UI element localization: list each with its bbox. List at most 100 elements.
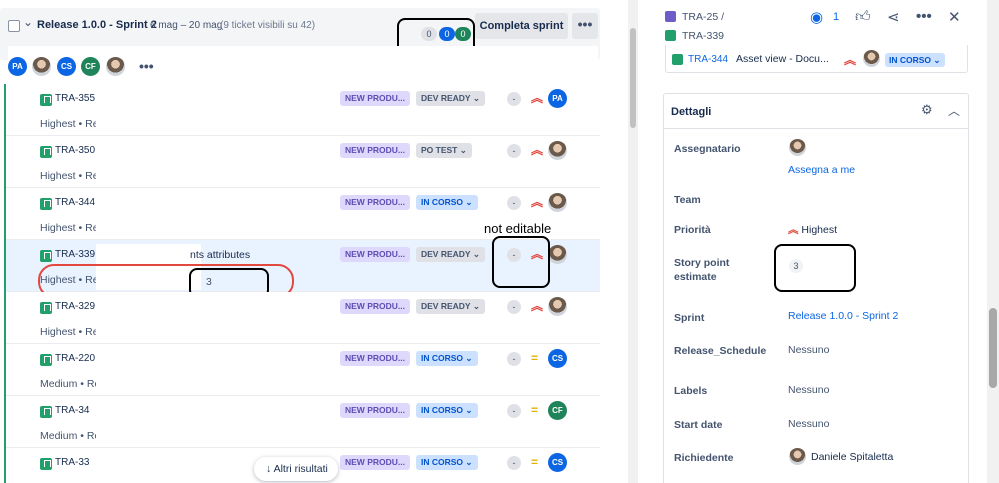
- breadcrumb-parent[interactable]: TRA-25 /: [665, 11, 724, 23]
- epic-badge[interactable]: NEW PRODU...: [340, 455, 410, 470]
- issue-key[interactable]: TRA-355: [55, 93, 95, 104]
- chevron-down-icon: ⌄: [933, 55, 941, 65]
- issue-meta: Highest • Re: [40, 222, 99, 234]
- epic-badge[interactable]: NEW PRODU...: [340, 299, 410, 314]
- status-dropdown[interactable]: IN CORSO ⌄: [416, 351, 478, 366]
- more-results-button[interactable]: ↓ Altri risultati: [254, 457, 338, 481]
- epic-badge[interactable]: NEW PRODU...: [340, 143, 410, 158]
- issue-key[interactable]: TRA-339: [682, 30, 724, 42]
- sprint-title[interactable]: Release 1.0.0 - Sprint 2: [37, 19, 157, 31]
- issue-row[interactable]: TRA-355 Highest • Re NEW PRODU... DEV RE…: [4, 84, 600, 136]
- status-dropdown[interactable]: IN CORSO ⌄: [416, 455, 478, 470]
- parent-key[interactable]: TRA-25: [682, 11, 718, 23]
- row-accent: [4, 240, 6, 292]
- avatar-pa[interactable]: PA: [8, 57, 27, 76]
- avatar-photo-2[interactable]: [106, 57, 125, 76]
- issue-key[interactable]: TRA-329: [55, 301, 95, 312]
- breadcrumb-separator: /: [721, 11, 725, 23]
- chevron-down-icon[interactable]: ⌄: [23, 15, 33, 29]
- assignee-avatar[interactable]: [548, 193, 567, 212]
- story-icon: [665, 30, 676, 41]
- status-label: IN CORSO: [889, 55, 932, 65]
- assignee-avatar[interactable]: [789, 139, 806, 156]
- avatar-cf[interactable]: CF: [81, 57, 100, 76]
- assignee-avatar[interactable]: CF: [548, 401, 567, 420]
- row-accent: [4, 136, 6, 188]
- priority-field[interactable]: ︽ Highest: [788, 222, 837, 237]
- share-icon[interactable]: ⋖: [887, 8, 900, 26]
- story-icon: [40, 94, 52, 106]
- todo-counter: 0: [421, 27, 437, 41]
- requester-value[interactable]: Daniele Spitaletta: [811, 451, 893, 463]
- status-dropdown[interactable]: DEV READY ⌄: [416, 91, 485, 106]
- redacted-area: [96, 348, 316, 394]
- issue-row[interactable]: TRA-220 Medium • Re NEW PRODU... IN CORS…: [4, 344, 600, 396]
- chevron-up-icon[interactable]: ︿: [948, 102, 960, 119]
- linked-issue-key[interactable]: TRA-344: [688, 54, 728, 65]
- issue-row-selected[interactable]: TRA-339 Highest • Re nts attributes 3 NE…: [4, 236, 600, 298]
- panel-scrollbar-thumb[interactable]: [989, 308, 997, 388]
- status-label: IN CORSO: [421, 457, 464, 467]
- estimate-badge: -: [507, 144, 521, 158]
- sprint-link[interactable]: Release 1.0.0 - Sprint 2: [788, 310, 898, 322]
- issue-summary[interactable]: nts attributes: [190, 249, 250, 261]
- issue-key[interactable]: TRA-339: [55, 249, 95, 260]
- release-schedule-value[interactable]: Nessuno: [788, 344, 829, 356]
- assignee-avatar[interactable]: CS: [548, 349, 567, 368]
- assignee-avatar[interactable]: CS: [548, 453, 567, 472]
- avatar-cs[interactable]: CS: [57, 57, 76, 76]
- issue-row[interactable]: TRA-350 Highest • Re NEW PRODU... PO TES…: [4, 136, 600, 188]
- row-accent: [4, 344, 6, 396]
- issue-key[interactable]: TRA-34: [55, 405, 89, 416]
- issue-key[interactable]: TRA-344: [55, 197, 95, 208]
- assignee-avatar[interactable]: [548, 141, 567, 160]
- more-avatars-button[interactable]: •••: [139, 58, 154, 74]
- complete-sprint-button[interactable]: Completa sprint: [475, 13, 568, 39]
- epic-badge[interactable]: NEW PRODU...: [340, 195, 410, 210]
- backlog-scrollbar-thumb[interactable]: [630, 28, 636, 128]
- labels-value[interactable]: Nessuno: [788, 384, 829, 396]
- panel-scrollbar[interactable]: [987, 0, 999, 483]
- assignee-avatar[interactable]: PA: [548, 89, 567, 108]
- epic-badge[interactable]: NEW PRODU...: [340, 351, 410, 366]
- start-date-value[interactable]: Nessuno: [788, 418, 829, 430]
- avatar-photo[interactable]: [32, 57, 51, 76]
- priority-highest-icon: ︽: [531, 299, 544, 313]
- status-dropdown[interactable]: IN CORSO ⌄: [416, 403, 478, 418]
- assignee-avatar[interactable]: [548, 297, 567, 316]
- issue-key[interactable]: TRA-220: [55, 353, 95, 364]
- status-dropdown[interactable]: DEV READY ⌄: [416, 247, 485, 262]
- thumbs-up-icon[interactable]: 👍︎: [855, 8, 871, 26]
- status-dropdown[interactable]: IN CORSO ⌄: [416, 195, 478, 210]
- story-icon: [40, 354, 52, 366]
- epic-badge[interactable]: NEW PRODU...: [340, 403, 410, 418]
- epic-badge[interactable]: NEW PRODU...: [340, 91, 410, 106]
- redacted-area: [96, 296, 316, 342]
- issue-key[interactable]: TRA-350: [55, 145, 95, 156]
- status-dropdown[interactable]: PO TEST ⌄: [416, 143, 472, 158]
- status-label: IN CORSO: [421, 353, 464, 363]
- status-dropdown[interactable]: IN CORSO ⌄: [885, 53, 945, 67]
- epic-badge[interactable]: NEW PRODU...: [340, 247, 410, 262]
- details-header[interactable]: Dettagli ⚙ ︿: [664, 94, 968, 129]
- sprint-checkbox[interactable]: [8, 20, 20, 32]
- priority-medium-icon: =: [531, 351, 539, 365]
- issue-key[interactable]: TRA-33: [55, 457, 89, 468]
- breadcrumb-issue[interactable]: TRA-339: [665, 30, 724, 42]
- close-icon[interactable]: ✕: [948, 8, 961, 26]
- sprint-more-button[interactable]: •••: [572, 13, 598, 39]
- watch-icon[interactable]: ◉: [810, 8, 823, 26]
- issue-row[interactable]: TRA-329 Highest • Re NEW PRODU... DEV RE…: [4, 292, 600, 344]
- row-accent: [4, 188, 6, 240]
- estimate-badge: -: [507, 404, 521, 418]
- linked-issue-summary[interactable]: Asset view - Docu...: [736, 53, 829, 65]
- chevron-down-icon: ⌄: [465, 405, 473, 415]
- assign-to-me-link[interactable]: Assegna a me: [788, 164, 855, 176]
- status-dropdown[interactable]: DEV READY ⌄: [416, 299, 485, 314]
- avatar: [863, 50, 880, 67]
- more-icon[interactable]: •••: [916, 8, 932, 25]
- linked-issue-card[interactable]: TRA-344 Asset view - Docu... ︽ IN CORSO …: [665, 45, 968, 73]
- gear-icon[interactable]: ⚙: [921, 102, 933, 118]
- assignee-avatar[interactable]: [548, 245, 567, 264]
- issue-row[interactable]: TRA-34 Medium • Re NEW PRODU... IN CORSO…: [4, 396, 600, 448]
